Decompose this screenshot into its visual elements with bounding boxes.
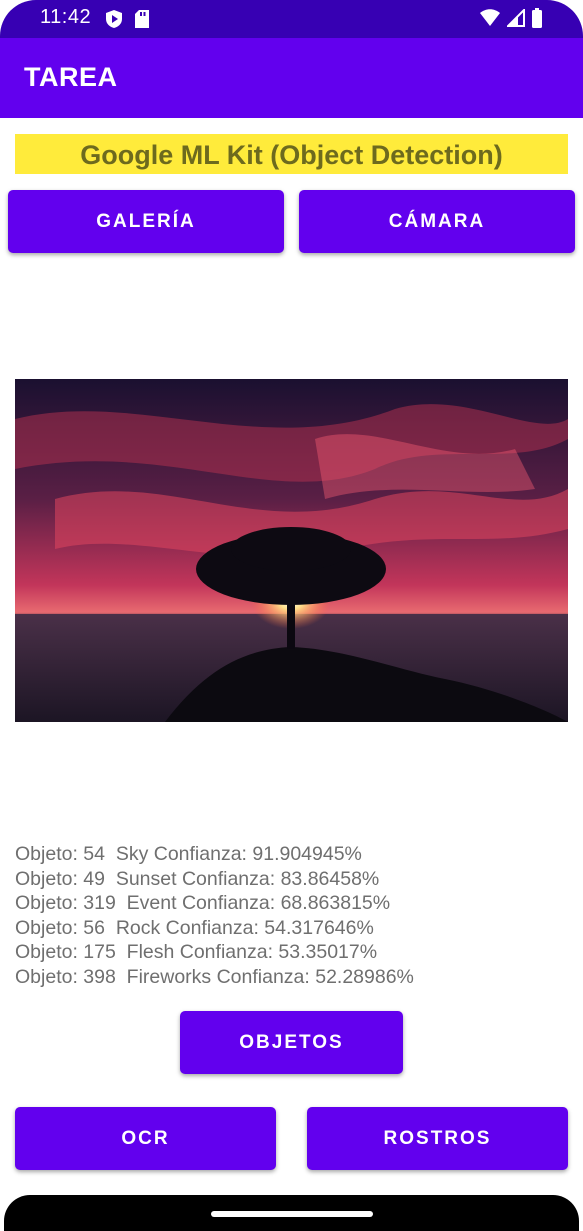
status-bar: 11:42: [0, 0, 583, 38]
page-heading: Google ML Kit (Object Detection): [15, 134, 568, 174]
navigation-bar: [4, 1195, 579, 1231]
battery-icon: [531, 8, 543, 33]
ocr-button[interactable]: OCR: [15, 1107, 276, 1170]
result-line: Objeto: 175 Flesh Confianza: 53.35017%: [15, 941, 378, 963]
detection-results: Objeto: 54 Sky Confianza: 91.904945% Obj…: [15, 842, 575, 987]
result-line: Objeto: 56 Rock Confianza: 54.317646%: [15, 916, 374, 939]
wifi-icon: [479, 9, 501, 32]
camera-button[interactable]: CÁMARA: [299, 190, 575, 253]
cell-signal-icon: [505, 7, 525, 32]
result-line: Objeto: 319 Event Confianza: 68.863815%: [15, 892, 391, 914]
status-time: 11:42: [40, 6, 92, 28]
result-line: Objeto: 398 Fireworks Confianza: 52.2898…: [15, 965, 414, 988]
result-line: Objeto: 49 Sunset Confianza: 83.86458%: [15, 867, 380, 890]
gallery-button[interactable]: GALERÍA: [8, 190, 284, 253]
sd-card-icon: [134, 9, 150, 34]
analyzed-photo: [15, 379, 568, 722]
faces-button[interactable]: ROSTROS: [307, 1107, 568, 1170]
app-title: TAREA: [24, 62, 118, 92]
objects-button[interactable]: OBJETOS: [180, 1011, 403, 1074]
home-gesture-handle[interactable]: [211, 1211, 373, 1217]
result-line: Objeto: 54 Sky Confianza: 91.904945%: [15, 843, 362, 865]
shield-play-icon: [104, 9, 124, 34]
sunset-tree-photo: [15, 379, 568, 722]
app-bar: TAREA: [0, 38, 583, 118]
